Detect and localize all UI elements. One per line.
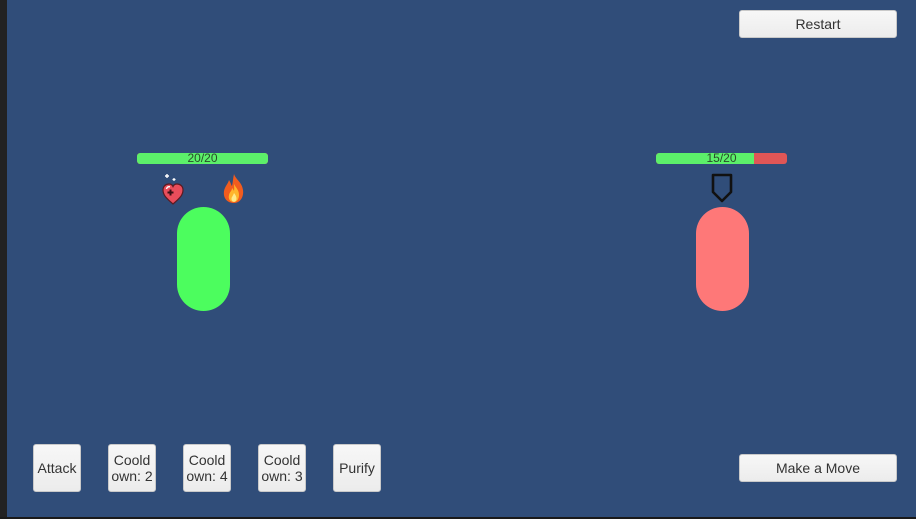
player-health-text: 20/20 (187, 153, 218, 164)
game-view (7, 0, 916, 517)
player-health-bar: 20/20 (137, 153, 268, 164)
enemy-health-bar: 15/20 (656, 153, 787, 164)
player-character (177, 207, 230, 311)
editor-left-edge (0, 0, 7, 519)
skill-1-cooldown-button[interactable]: Cooldown: 2 (108, 444, 156, 492)
enemy-health-text: 15/20 (706, 153, 737, 164)
enemy-character (696, 207, 749, 311)
skill-2-cooldown-button[interactable]: Cooldown: 4 (183, 444, 231, 492)
shield-icon (711, 173, 733, 203)
heal-icon (162, 174, 184, 205)
purify-button[interactable]: Purify (333, 444, 381, 492)
attack-button[interactable]: Attack (33, 444, 81, 492)
skill-3-cooldown-button[interactable]: Cooldown: 3 (258, 444, 306, 492)
restart-button[interactable]: Restart (739, 10, 897, 38)
fire-icon (223, 174, 244, 203)
make-move-button[interactable]: Make a Move (739, 454, 897, 482)
